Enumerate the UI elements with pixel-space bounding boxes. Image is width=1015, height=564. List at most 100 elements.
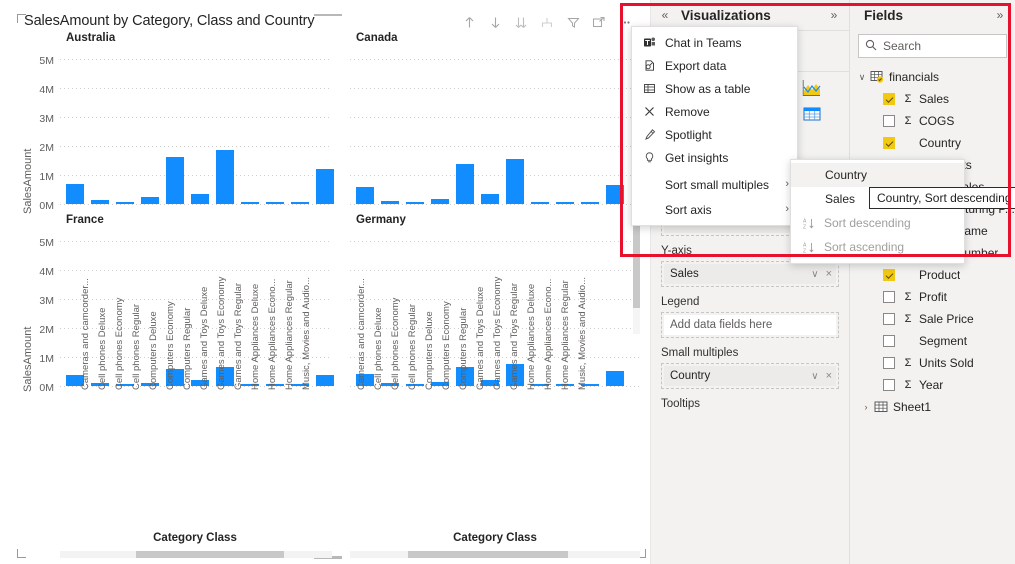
table-node-sheet1[interactable]: › Sheet1 (850, 396, 1015, 418)
small-multiple-panel-australia[interactable]: Australia 5M 4M 3M 2M 1M 0M (20, 32, 338, 214)
bar[interactable] (606, 371, 624, 386)
x-category-label: Games and Toys Deluxe (475, 286, 486, 390)
field-checkbox[interactable] (883, 137, 895, 149)
focus-mode-icon[interactable] (592, 15, 606, 29)
menu-item-sort-axis[interactable]: Sort axis › (632, 198, 797, 221)
bar[interactable] (291, 202, 309, 204)
menu-item-spotlight[interactable]: Spotlight (632, 123, 797, 146)
scrollbar-thumb[interactable] (408, 551, 568, 558)
horizontal-scrollbar-left[interactable] (60, 551, 332, 558)
report-canvas: SalesAmount by Category, Class and Count… (0, 0, 651, 564)
bar[interactable] (316, 169, 334, 204)
field-checkbox[interactable] (883, 357, 895, 369)
table-icon (873, 400, 889, 414)
bar[interactable] (356, 187, 374, 204)
bar[interactable] (241, 202, 259, 204)
field-row-sale-price[interactable]: Σ Sale Price (850, 308, 1015, 330)
bar[interactable] (266, 202, 284, 204)
area-chart-icon[interactable] (799, 76, 825, 100)
bar[interactable] (606, 185, 624, 204)
remove-field-icon[interactable]: × (826, 370, 832, 382)
bar[interactable] (556, 202, 574, 204)
field-checkbox[interactable] (883, 291, 895, 303)
field-checkbox[interactable] (883, 269, 895, 281)
menu-item-get-insights[interactable]: Get insights (632, 146, 797, 169)
bar[interactable] (456, 164, 474, 204)
drill-down-icon[interactable] (488, 15, 502, 29)
field-row-cogs[interactable]: Σ COGS (850, 110, 1015, 132)
bar[interactable] (66, 184, 84, 204)
sort-ascending-icon: AZ (799, 240, 818, 254)
menu-item-remove[interactable]: Remove (632, 100, 797, 123)
field-checkbox[interactable] (883, 335, 895, 347)
drill-up-icon[interactable] (462, 15, 476, 29)
chevron-down-icon[interactable]: ∨ (856, 72, 868, 83)
small-multiple-panel-canada[interactable]: Canada (350, 32, 640, 214)
field-name: Country (919, 136, 962, 150)
table-node-financials[interactable]: ∨ financials (850, 66, 1015, 88)
field-checkbox[interactable] (883, 93, 895, 105)
search-input[interactable]: Search (858, 34, 1007, 58)
menu-item-chat-in-teams[interactable]: Chat in Teams (632, 31, 797, 54)
bar[interactable] (531, 202, 549, 204)
field-checkbox[interactable] (883, 115, 895, 127)
field-row-units-sold[interactable]: Σ Units Sold (850, 352, 1015, 374)
submenu-item-label: Sort descending (824, 216, 911, 230)
well-y-axis[interactable]: Sales ∨ × (661, 261, 839, 287)
field-row-segment[interactable]: Σ Segment (850, 330, 1015, 352)
field-checkbox[interactable] (883, 379, 895, 391)
x-category-label: Games and Toys Economy (492, 276, 503, 390)
bar[interactable] (581, 202, 599, 204)
bar[interactable] (316, 375, 334, 386)
field-chip[interactable]: Sales ∨ × (664, 264, 836, 284)
expand-pane-icon[interactable]: » (827, 8, 841, 22)
expand-fields-pane-icon[interactable]: » (993, 8, 1007, 22)
field-row-sales[interactable]: Σ Sales (850, 88, 1015, 110)
bar[interactable] (116, 202, 134, 204)
field-checkbox[interactable] (883, 313, 895, 325)
bar[interactable] (406, 202, 424, 204)
scrollbar-thumb[interactable] (136, 551, 284, 558)
menu-item-sort-small-multiples[interactable]: Sort small multiples › (632, 173, 797, 196)
field-chip[interactable]: Country ∨ × (664, 366, 836, 386)
chevron-down-icon[interactable]: ∨ (811, 269, 818, 280)
go-to-next-level-icon[interactable] (540, 15, 554, 29)
collapse-pane-icon[interactable]: « (657, 7, 673, 23)
chevron-down-icon[interactable]: ∨ (811, 371, 818, 382)
bar[interactable] (431, 199, 449, 204)
chart-visual-container[interactable]: SalesAmount by Category, Class and Count… (8, 6, 646, 559)
bar[interactable] (381, 201, 399, 204)
bar[interactable] (216, 150, 234, 204)
remove-field-icon[interactable]: × (826, 268, 832, 280)
chevron-right-icon[interactable]: › (860, 402, 872, 412)
more-options-icon[interactable] (618, 15, 632, 29)
field-row-profit[interactable]: Σ Profit (850, 286, 1015, 308)
bar[interactable] (191, 194, 209, 204)
tooltip: Country, Sort descending (869, 187, 1015, 209)
well-small-multiples[interactable]: Country ∨ × (661, 363, 839, 389)
gridline (350, 117, 640, 118)
submenu-item-country[interactable]: Country (791, 163, 964, 187)
field-name: Units Sold (919, 356, 974, 370)
menu-item-show-as-a-table[interactable]: Show as a table (632, 77, 797, 100)
bar[interactable] (141, 197, 159, 204)
well-legend[interactable]: Add data fields here (661, 312, 839, 338)
expand-all-icon[interactable] (514, 15, 528, 29)
bar[interactable] (91, 200, 109, 204)
field-row-country[interactable]: Σ Country (850, 132, 1015, 154)
field-row-year[interactable]: Σ Year (850, 374, 1015, 396)
matrix-icon[interactable] (799, 102, 825, 126)
bar[interactable] (166, 157, 184, 204)
gridline (350, 59, 640, 60)
visual-resize-handle-top[interactable] (314, 14, 342, 16)
bar[interactable] (506, 159, 524, 204)
search-icon (865, 39, 877, 54)
menu-item-export-data[interactable]: Export data (632, 54, 797, 77)
filter-icon[interactable] (566, 15, 580, 29)
field-row-product[interactable]: Σ Product (850, 264, 1015, 286)
export-icon (640, 58, 659, 73)
horizontal-scrollbar-right[interactable] (350, 551, 640, 558)
submenu-item-sort-descending[interactable]: AZ Sort descending (791, 211, 964, 235)
submenu-item-sort-ascending[interactable]: AZ Sort ascending (791, 235, 964, 259)
bar[interactable] (481, 194, 499, 204)
